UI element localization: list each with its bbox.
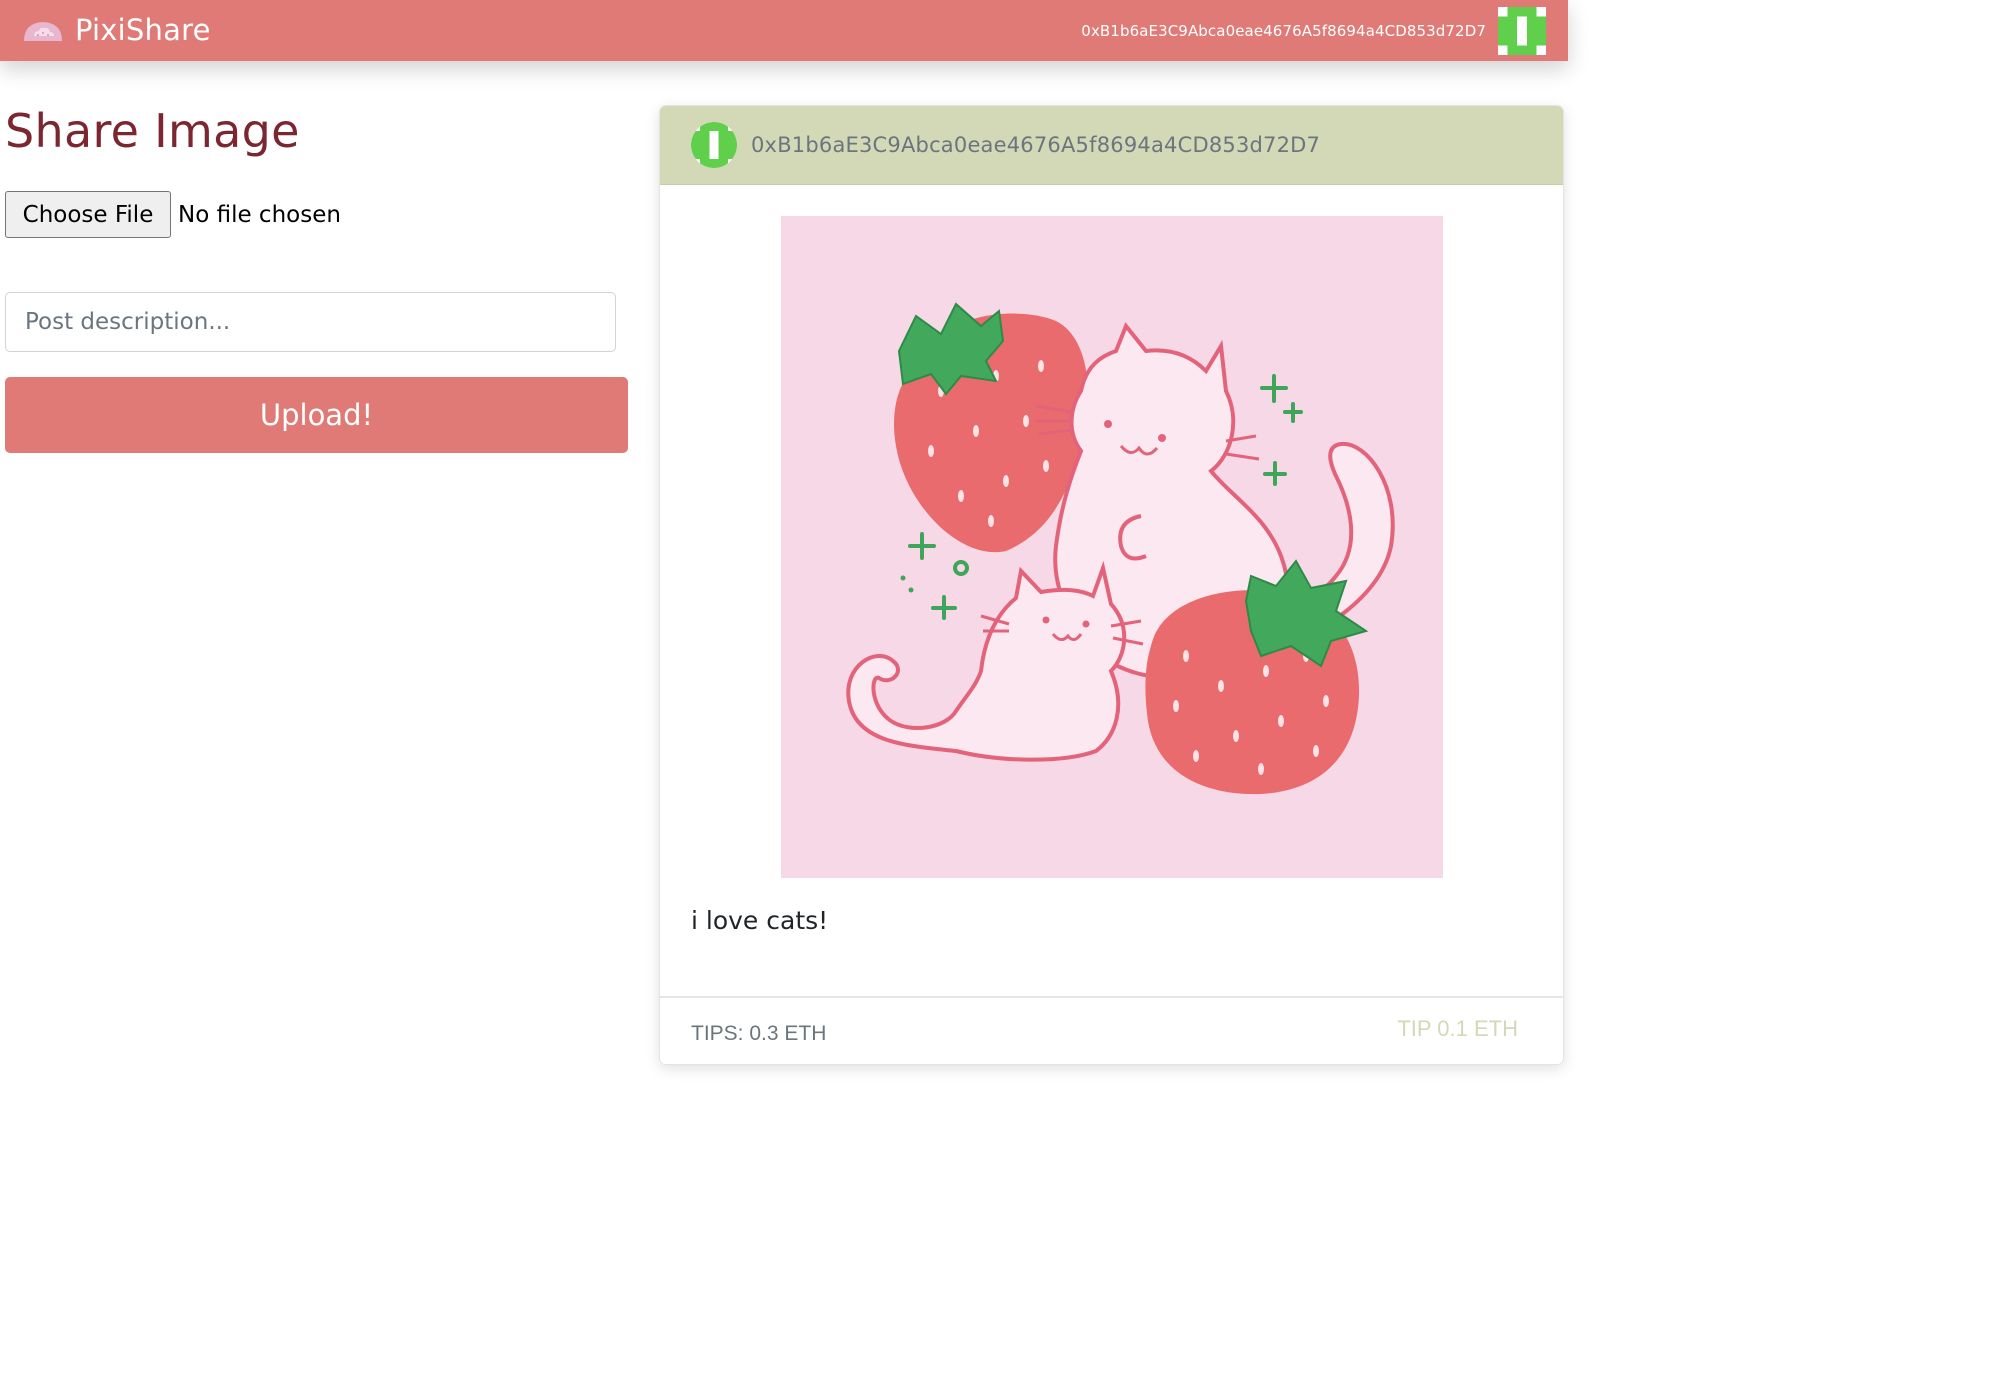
upload-button[interactable]: Upload!: [5, 377, 628, 453]
tips-total: TIPS: 0.3 ETH: [691, 1022, 827, 1045]
post-card: 0xB1b6aE3C9Abca0eae4676A5f8694a4CD853d72…: [659, 105, 1564, 1065]
navbar: PixiShare 0xB1b6aE3C9Abca0eae4676A5f8694…: [0, 0, 1568, 61]
post-author-address: 0xB1b6aE3C9Abca0eae4676A5f8694a4CD853d72…: [751, 133, 1321, 157]
choose-file-button[interactable]: Choose File: [5, 191, 171, 238]
cloud-logo-icon: [24, 21, 62, 41]
post-description: i love cats!: [691, 906, 829, 935]
identicon-avatar: [691, 122, 737, 168]
share-image-title: Share Image: [5, 104, 300, 158]
file-status: No file chosen: [178, 201, 341, 228]
post-header: 0xB1b6aE3C9Abca0eae4676A5f8694a4CD853d72…: [660, 106, 1563, 185]
account-info: 0xB1b6aE3C9Abca0eae4676A5f8694a4CD853d72…: [1081, 6, 1546, 55]
account-address: 0xB1b6aE3C9Abca0eae4676A5f8694a4CD853d72…: [1081, 21, 1486, 40]
file-picker: Choose File No file chosen: [5, 191, 341, 238]
brand-name: PixiShare: [75, 13, 211, 47]
identicon-avatar: [1498, 6, 1546, 55]
post-image[interactable]: [781, 216, 1443, 878]
tip-button[interactable]: TIP 0.1 ETH: [1397, 1016, 1518, 1042]
brand-link[interactable]: PixiShare: [22, 16, 211, 45]
post-description-input[interactable]: [5, 292, 616, 352]
post-footer: TIPS: 0.3 ETH TIP 0.1 ETH: [660, 996, 1563, 1064]
